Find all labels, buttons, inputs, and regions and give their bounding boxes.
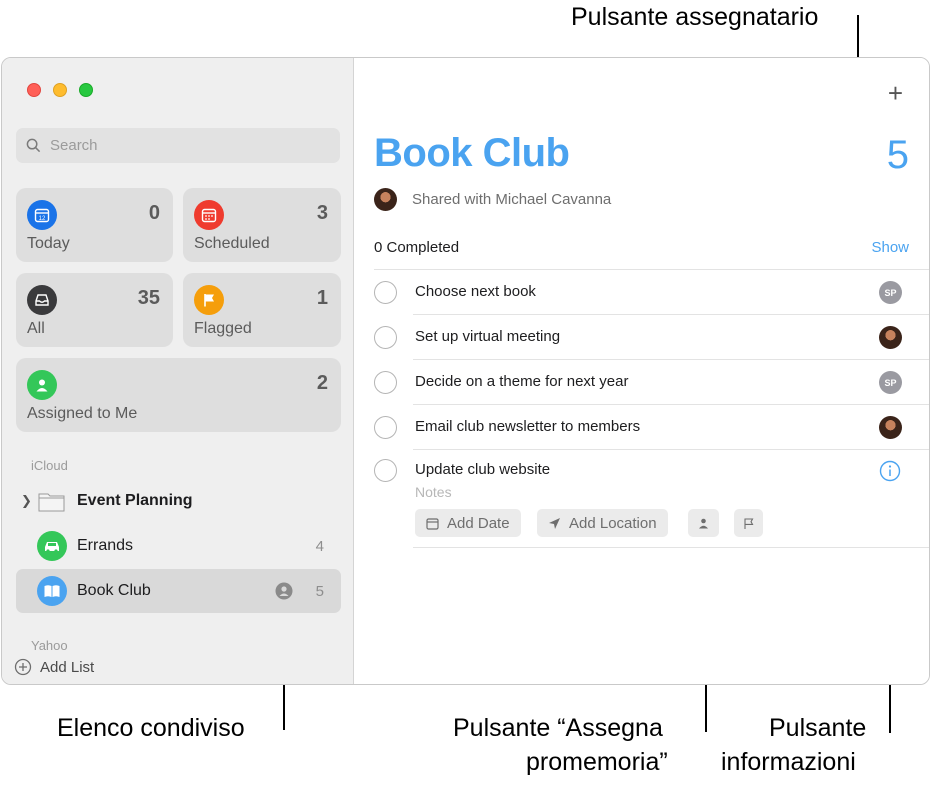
smart-list-scheduled[interactable]: 3 Scheduled: [183, 188, 341, 262]
assigned-count: 2: [316, 372, 328, 394]
task-checkbox[interactable]: [374, 371, 397, 394]
close-window-button[interactable]: [27, 83, 41, 97]
list-errands[interactable]: Errands 4: [16, 524, 341, 568]
task-row[interactable]: Set up virtual meeting: [374, 315, 929, 360]
smart-list-flagged[interactable]: 1 Flagged: [183, 273, 341, 347]
smart-list-today[interactable]: 12 0 Today: [16, 188, 173, 262]
flag-icon: [744, 517, 754, 529]
smart-list-all[interactable]: 35 All: [16, 273, 173, 347]
avatar: [374, 188, 397, 211]
assign-reminder-button[interactable]: [688, 509, 719, 537]
list-label: Event Planning: [77, 492, 193, 509]
flag-button[interactable]: [734, 509, 763, 537]
callout-info-2: informazioni: [721, 748, 856, 776]
scheduled-count: 3: [316, 202, 328, 224]
list-label: Book Club: [77, 582, 151, 599]
task-row[interactable]: Choose next book SP: [374, 270, 929, 315]
assignee-button[interactable]: SP: [879, 371, 902, 394]
task-title-input[interactable]: Update club website: [415, 461, 550, 478]
book-icon: [37, 576, 67, 606]
flag-icon: [194, 285, 224, 315]
today-count: 0: [148, 202, 160, 224]
sidebar: Search 12 0 Today 3 Scheduled 35 All 1 F…: [2, 58, 354, 684]
plus-circle-icon: [14, 658, 32, 676]
main-panel: + Book Club 5 Shared with Michael Cavann…: [354, 58, 929, 684]
list-count-large: 5: [886, 133, 909, 177]
list-event-planning[interactable]: ❯ Event Planning: [16, 479, 341, 523]
zoom-window-button[interactable]: [79, 83, 93, 97]
calendar-today-icon: 12: [27, 200, 57, 230]
assignee-button[interactable]: SP: [879, 281, 902, 304]
show-completed-button[interactable]: Show: [871, 239, 909, 256]
assignee-button[interactable]: [879, 326, 902, 349]
callout-info-1: Pulsante: [769, 714, 867, 742]
callout-assignee-button: Pulsante assegnatario: [571, 3, 819, 31]
callout-assign-reminder-1: Pulsante “Assegna: [453, 714, 663, 742]
minimize-window-button[interactable]: [53, 83, 67, 97]
flagged-label: Flagged: [194, 320, 252, 337]
add-date-button[interactable]: Add Date: [415, 509, 521, 537]
task-checkbox[interactable]: [374, 326, 397, 349]
location-arrow-icon: [549, 517, 560, 529]
notes-field[interactable]: Notes: [415, 484, 452, 500]
add-location-label: Add Location: [569, 514, 657, 532]
shared-with-text: Shared with Michael Cavanna: [412, 191, 612, 208]
callout-shared-list: Elenco condiviso: [57, 714, 245, 742]
flagged-count: 1: [316, 287, 328, 309]
assigned-label: Assigned to Me: [27, 405, 138, 422]
smart-list-assigned-to-me[interactable]: 2 Assigned to Me: [16, 358, 341, 432]
list-count: 5: [315, 582, 324, 600]
all-label: All: [27, 320, 45, 337]
search-placeholder: Search: [50, 137, 98, 154]
task-title[interactable]: Choose next book: [415, 283, 536, 300]
task-checkbox[interactable]: [374, 459, 397, 482]
reminders-window: Search 12 0 Today 3 Scheduled 35 All 1 F…: [1, 57, 930, 685]
completed-count: 0 Completed: [374, 239, 460, 256]
add-date-label: Add Date: [447, 514, 510, 532]
search-icon: [26, 138, 41, 153]
task-checkbox[interactable]: [374, 416, 397, 439]
tray-icon: [27, 285, 57, 315]
today-label: Today: [27, 235, 70, 252]
task-row-editing[interactable]: Update club website: [374, 450, 929, 495]
assignee-button[interactable]: [879, 416, 902, 439]
list-count: 4: [315, 537, 324, 555]
chevron-right-icon[interactable]: ❯: [21, 493, 32, 509]
list-book-club[interactable]: Book Club 5: [16, 569, 341, 613]
new-reminder-button[interactable]: +: [888, 78, 903, 109]
search-field[interactable]: Search: [16, 128, 340, 163]
car-icon: [37, 531, 67, 561]
task-checkbox[interactable]: [374, 281, 397, 304]
task-title[interactable]: Email club newsletter to members: [415, 418, 640, 435]
section-icloud: iCloud: [31, 458, 68, 473]
task-row[interactable]: Email club newsletter to members: [374, 405, 929, 450]
section-yahoo: Yahoo: [31, 638, 68, 653]
add-list-button[interactable]: Add List: [14, 658, 94, 676]
task-title[interactable]: Decide on a theme for next year: [415, 373, 628, 390]
all-count: 35: [137, 287, 160, 309]
callout-assign-reminder-2: promemoria”: [526, 748, 668, 776]
add-list-label: Add List: [40, 658, 95, 676]
task-title[interactable]: Set up virtual meeting: [415, 328, 560, 345]
list-title: Book Club: [374, 131, 570, 175]
person-icon: [27, 370, 57, 400]
scheduled-label: Scheduled: [194, 235, 270, 252]
add-location-button[interactable]: Add Location: [537, 509, 668, 537]
task-row[interactable]: Decide on a theme for next year SP: [374, 360, 929, 405]
svg-text:12: 12: [39, 216, 46, 222]
list-label: Errands: [77, 537, 134, 554]
calendar-icon: [194, 200, 224, 230]
shared-with-row: Shared with Michael Cavanna: [374, 188, 611, 211]
shared-person-icon: [275, 582, 293, 600]
divider: [413, 547, 929, 548]
folder-icon: [38, 493, 65, 512]
info-icon[interactable]: [879, 460, 901, 482]
calendar-icon: [426, 517, 439, 530]
person-icon: [699, 518, 708, 528]
